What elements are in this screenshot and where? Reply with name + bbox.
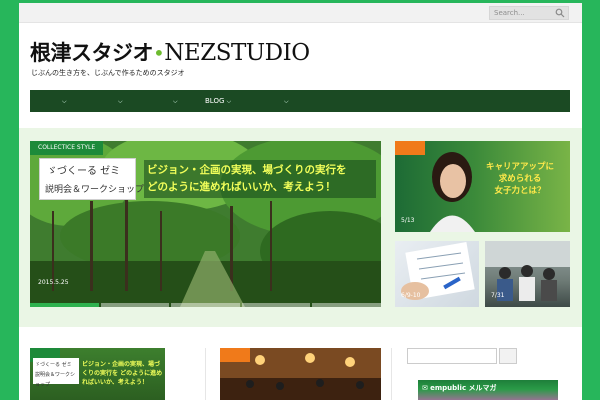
slider-indicators — [30, 303, 381, 307]
chevron-down-icon: ⌵ — [62, 98, 67, 105]
logo-en: NEZSTUDIO — [164, 40, 310, 66]
chevron-down-icon: ⌵ — [284, 98, 289, 105]
slider-indicator[interactable] — [30, 303, 99, 307]
nav-item-blog[interactable]: BLOG ⌵ — [205, 90, 231, 112]
slider-indicator[interactable] — [241, 303, 311, 307]
column-divider — [205, 348, 206, 400]
slider-indicator[interactable] — [312, 303, 381, 307]
featured-slider[interactable]: COLLECTICE STYLE ゞづくーる ゼミ 説明会＆ワークショップ ビジ… — [30, 141, 381, 307]
nav-item-2[interactable]: ⌵ — [118, 90, 123, 112]
feature-tile-career[interactable]: キャリアアップに 求められる 女子力とは？ 5/13 — [395, 141, 570, 232]
card-headline: ビジョン・企画の実現、場づくりの実行を どのように進めればいいか、考えよう！ — [82, 361, 163, 386]
tile-date: 6/9-10 — [401, 292, 421, 299]
sidebar-search-input[interactable] — [407, 348, 497, 364]
logo-jp: 根津スタジオ — [30, 41, 154, 65]
top-bar: Search... — [19, 3, 582, 23]
feature-tile-workshop[interactable]: 6/9-10 — [395, 241, 479, 307]
logo-dot: • — [153, 41, 165, 65]
page: Search... 根津スタジオ•NEZSTUDIO じぶんの生き方を、じぶんで… — [19, 3, 582, 400]
column-divider — [391, 348, 392, 400]
category-tag[interactable]: COLLECTICE STYLE — [30, 141, 104, 155]
chevron-down-icon: ⌵ — [118, 98, 123, 105]
main-nav: ⌵ ⌵ ⌵ BLOG ⌵ ⌵ — [30, 90, 570, 112]
slider-indicator[interactable] — [100, 303, 170, 307]
post-card-2[interactable] — [220, 348, 381, 400]
nav-item-1[interactable]: ⌵ — [62, 90, 67, 112]
nav-item-3[interactable]: ⌵ — [173, 90, 178, 112]
career-text-line: 女子力とは？ — [494, 186, 546, 196]
seminar-logo-title: ゞづくーる ゼミ — [47, 166, 121, 177]
tile-date: 5/13 — [401, 217, 415, 224]
newsletter-label: empublic メルマガ — [430, 384, 497, 392]
tile-date: 7/31 — [491, 292, 505, 299]
tile-badge — [395, 141, 425, 155]
career-tile-text: キャリアアップに 求められる 女子力とは？ — [471, 161, 569, 197]
post-card-1[interactable]: ゞづくーる ゼミ 説明会＆ワークショップ ビジョン・企画の実現、場づくりの実行を… — [30, 348, 165, 400]
search-icon[interactable] — [555, 8, 565, 18]
nav-item-5[interactable]: ⌵ — [284, 90, 289, 112]
headline-line-2: どのように進めればいいか、考えよう！ — [147, 181, 336, 193]
newsletter-banner-text: ✉ empublic メルマガ — [422, 383, 497, 393]
seminar-logo: ゞづくーる ゼミ 説明会＆ワークショップ — [39, 158, 144, 200]
card-logo: ゞづくーる ゼミ 説明会＆ワークショップ — [33, 358, 79, 388]
career-text-line: 求められる — [498, 174, 542, 184]
chevron-down-icon: ⌵ — [173, 98, 178, 105]
feature-tile-meeting[interactable]: 7/31 — [485, 241, 570, 307]
featured-banner: ゞづくーる ゼミ 説明会＆ワークショップ ビジョン・企画の実現、場づくりの実行を… — [39, 158, 379, 200]
slider-indicator[interactable] — [171, 303, 240, 307]
featured-date: 2015.5.25 — [38, 279, 69, 286]
featured-headline[interactable]: ビジョン・企画の実現、場づくりの実行を どのように進めればいいか、考えよう！ — [144, 160, 376, 198]
career-text-line: キャリアアップに — [485, 162, 554, 172]
site-tagline: じぶんの生き方を、じぶんで作るためのスタジオ — [31, 69, 185, 77]
mail-icon: ✉ — [422, 384, 428, 392]
headline-line-1: ビジョン・企画の実現、場づくりの実行を — [147, 164, 347, 176]
newsletter-banner[interactable]: ✉ empublic メルマガ — [418, 380, 558, 400]
site-logo[interactable]: 根津スタジオ•NEZSTUDIO — [30, 37, 310, 71]
nav-item-label: BLOG — [205, 97, 225, 105]
chevron-down-icon: ⌵ — [226, 98, 232, 105]
seminar-logo-subtitle: 説明会＆ワークショップ — [45, 185, 145, 195]
card-badge — [220, 348, 250, 362]
sidebar-search-button[interactable] — [499, 348, 517, 364]
